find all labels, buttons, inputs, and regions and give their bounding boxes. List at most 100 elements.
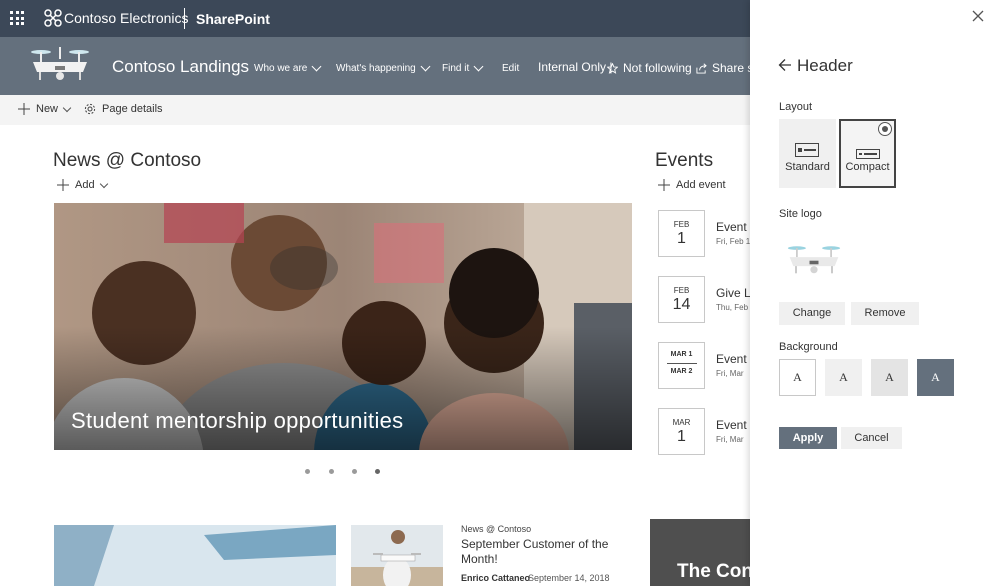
site-logo[interactable] [29,43,91,83]
event-start-date: MAR 1 [670,351,693,358]
nav-label: What's happening [336,63,416,74]
gear-icon [84,103,96,115]
news-card-title[interactable]: September Customer of the Month! [461,537,621,567]
news-card-image[interactable] [54,525,336,586]
background-swatch-white[interactable]: A [779,359,816,396]
site-logo-label: Site logo [779,208,822,220]
suite-divider [184,8,185,29]
event-date-tile[interactable]: MAR 1 MAR 2 [658,342,705,389]
layout-option-standard[interactable]: Standard [779,119,836,188]
layout-option-label: Compact [845,161,890,173]
event-date-text: Fri, Feb 1 [716,237,750,246]
layout-option-label: Standard [785,161,830,173]
chevron-down-icon [99,179,108,188]
standard-layout-icon [795,143,819,157]
panel-title: Header [797,56,853,75]
nav-who-we-are[interactable]: Who we are [254,61,322,74]
layout-label: Layout [779,101,813,113]
carousel-dot[interactable] [329,469,334,474]
background-label: Background [779,341,838,353]
news-card-author[interactable]: Enrico Cattaneo [461,573,530,583]
event-date-tile[interactable]: MAR 1 [658,408,705,455]
news-section-title: News @ Contoso [53,150,202,171]
event-date-tile[interactable]: FEB 1 [658,210,705,257]
site-logo-preview [787,246,841,274]
event-date-tile[interactable]: FEB 14 [658,276,705,323]
event-date-text: Fri, Mar [716,369,744,378]
chevron-down-icon [420,61,431,72]
add-event-label: Add event [676,179,726,191]
contoso-logo-icon [44,9,62,27]
apply-button[interactable]: Apply [779,427,837,449]
add-event-button[interactable]: Add event [658,179,726,191]
event-day: 1 [677,230,686,247]
event-date-text: Thu, Feb [716,303,749,312]
brand-name[interactable]: Contoso Electronics [64,10,189,26]
classification-label: Internal Only | [538,60,613,74]
app-launcher-icon[interactable] [10,11,24,25]
close-icon[interactable] [971,9,985,23]
plus-icon [18,103,30,115]
header-settings-panel [750,0,999,586]
event-title[interactable]: Event t [716,418,750,432]
swatch-glyph: A [885,370,894,384]
event-month: MAR [672,418,691,427]
date-range-divider [666,363,697,364]
building-photo [54,525,336,586]
change-logo-button[interactable]: Change [779,302,845,325]
drone-person-photo [351,525,443,586]
chevron-down-icon [311,61,322,72]
cancel-button[interactable]: Cancel [841,427,902,449]
event-month: FEB [673,286,690,295]
chevron-down-icon [62,103,72,112]
event-title[interactable]: Event t [716,220,750,234]
remove-logo-button[interactable]: Remove [851,302,919,325]
swatch-glyph: A [931,370,940,384]
event-date-text: Fri, Mar [716,435,744,444]
nav-label: Find it [442,63,470,74]
compact-layout-icon [856,149,880,159]
site-title[interactable]: Contoso Landings [112,57,249,77]
event-title[interactable]: Give LC [716,286,750,300]
event-day: 1 [677,428,686,445]
carousel-dot[interactable] [305,469,310,474]
page-details-button[interactable]: Page details [84,103,163,115]
promo-text: The Cont [677,561,760,582]
nav-label: Who we are [254,63,308,74]
event-day: 14 [672,296,691,313]
layout-selected-radio[interactable] [878,122,892,136]
carousel-dot[interactable] [352,469,357,474]
event-title[interactable]: Event t [716,352,750,366]
plus-icon [658,179,670,191]
chevron-down-icon [473,61,484,72]
add-label: Add [75,179,95,191]
star-icon [607,62,618,74]
new-button[interactable]: New [18,103,72,115]
swatch-glyph: A [793,370,802,384]
app-name[interactable]: SharePoint [196,11,270,27]
background-swatch-medium[interactable]: A [871,359,908,396]
nav-find-it[interactable]: Find it [442,61,484,74]
events-section-title: Events [655,150,714,171]
event-month: FEB [673,220,690,229]
news-card-image[interactable] [351,525,443,586]
hero-caption[interactable]: Student mentorship opportunities [71,408,403,434]
news-card-source: News @ Contoso [461,524,532,534]
background-swatch-light[interactable]: A [825,359,862,396]
swatch-glyph: A [839,370,848,384]
share-icon [696,62,707,74]
background-swatch-dark[interactable]: A [917,359,954,396]
follow-label: Not following [623,61,692,75]
carousel-dot-active[interactable] [375,469,380,474]
news-add-button[interactable]: Add [57,179,108,191]
new-label: New [36,103,59,115]
plus-icon [57,179,69,191]
follow-button[interactable]: Not following [607,61,692,75]
back-arrow-icon[interactable] [778,58,792,72]
nav-whats-happening[interactable]: What's happening [336,61,431,74]
news-card-date: September 14, 2018 [528,573,610,583]
nav-label: Edit [502,63,520,74]
event-end-date: MAR 2 [670,368,693,375]
nav-edit[interactable]: Edit [502,63,519,74]
page-details-label: Page details [102,103,163,115]
